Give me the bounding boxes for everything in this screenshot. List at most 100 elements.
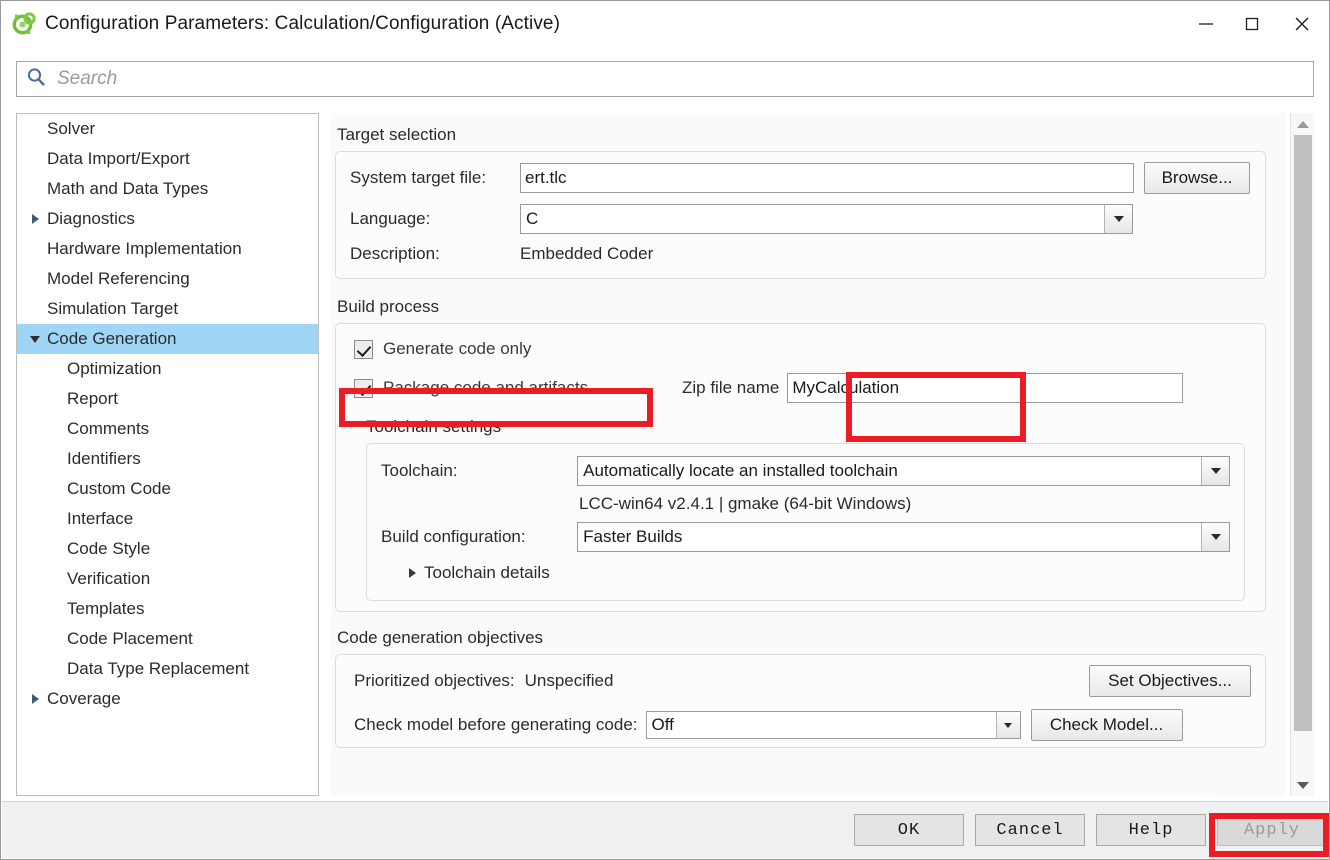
sidebar-item-label: Interface xyxy=(67,509,134,528)
toolchain-settings-title: Toolchain settings xyxy=(366,417,502,436)
check-model-button[interactable]: Check Model... xyxy=(1030,709,1183,741)
toolchain-label: Toolchain: xyxy=(381,461,458,480)
scroll-down-icon[interactable] xyxy=(1291,774,1315,796)
chevron-down-icon[interactable] xyxy=(1104,205,1132,233)
generate-code-only-label: Generate code only xyxy=(383,339,532,358)
toolchain-settings-group: Toolchain: Automatically locate an insta… xyxy=(366,443,1245,601)
window-controls xyxy=(1183,1,1329,47)
window-title: Configuration Parameters: Calculation/Co… xyxy=(45,13,561,34)
sidebar-item-data-type-replacement[interactable]: Data Type Replacement xyxy=(17,654,318,684)
chevron-down-icon[interactable] xyxy=(1201,523,1229,551)
sidebar-item-label: Model Referencing xyxy=(47,269,190,288)
sidebar-item-templates[interactable]: Templates xyxy=(17,594,318,624)
package-code-row[interactable]: Package code and artifacts xyxy=(354,373,650,403)
generate-code-only-checkbox[interactable] xyxy=(354,339,373,359)
sidebar-item-code-generation[interactable]: Code Generation xyxy=(17,324,318,354)
sidebar-item-label: Verification xyxy=(67,569,151,588)
sidebar-item-label: Custom Code xyxy=(67,479,171,498)
package-code-checkbox[interactable] xyxy=(354,378,373,398)
target-selection-group: System target file: Browse... Language: … xyxy=(335,151,1266,279)
generate-code-only-row[interactable]: Generate code only xyxy=(354,334,1251,364)
sidebar-item-label: Math and Data Types xyxy=(47,179,209,198)
system-target-file-label: System target file: xyxy=(350,168,487,187)
build-configuration-label: Build configuration: xyxy=(381,527,526,546)
apply-button[interactable]: Apply xyxy=(1217,814,1327,846)
dialog-footer: OK Cancel Help Apply xyxy=(2,801,1328,858)
language-label: Language: xyxy=(350,209,431,228)
sidebar-item-code-style[interactable]: Code Style xyxy=(17,534,318,564)
sidebar-item-label: Code Style xyxy=(67,539,151,558)
check-model-value: Off xyxy=(651,715,674,734)
sidebar-item-label: Identifiers xyxy=(67,449,141,468)
language-combo[interactable]: C xyxy=(520,204,1133,234)
close-button[interactable] xyxy=(1275,1,1329,47)
sidebar-item-label: Code Placement xyxy=(67,629,193,648)
build-configuration-combo[interactable]: Faster Builds xyxy=(577,522,1230,552)
check-model-label: Check model before generating code: xyxy=(354,715,638,734)
search-input[interactable] xyxy=(55,67,1222,91)
title-bar: Configuration Parameters: Calculation/Co… xyxy=(1,1,1329,47)
sidebar-item-interface[interactable]: Interface xyxy=(17,504,318,534)
package-code-label: Package code and artifacts xyxy=(383,378,589,397)
configuration-parameters-dialog: Configuration Parameters: Calculation/Co… xyxy=(0,0,1330,860)
search-bar[interactable] xyxy=(16,61,1314,97)
set-objectives-button[interactable]: Set Objectives... xyxy=(1089,665,1251,697)
minimize-button[interactable] xyxy=(1183,1,1229,47)
toolchain-combo[interactable]: Automatically locate an installed toolch… xyxy=(577,456,1230,486)
maximize-button[interactable] xyxy=(1229,1,1275,47)
sidebar-item-solver[interactable]: Solver xyxy=(17,114,318,144)
sidebar-item-hardware-implementation[interactable]: Hardware Implementation xyxy=(17,234,318,264)
sidebar-item-custom-code[interactable]: Custom Code xyxy=(17,474,318,504)
sidebar-item-label: Data Import/Export xyxy=(47,149,190,168)
build-process-title: Build process xyxy=(337,297,440,316)
zip-file-name-input[interactable] xyxy=(787,373,1184,403)
build-process-group: Generate code only Package code and arti… xyxy=(335,323,1266,612)
chevron-down-icon[interactable] xyxy=(995,712,1020,738)
sidebar-item-optimization[interactable]: Optimization xyxy=(17,354,318,384)
browse-button[interactable]: Browse... xyxy=(1144,162,1250,194)
sidebar-item-math-and-data-types[interactable]: Math and Data Types xyxy=(17,174,318,204)
chevron-right-icon[interactable] xyxy=(25,214,45,224)
chevron-down-icon[interactable] xyxy=(1201,457,1229,485)
sidebar-item-comments[interactable]: Comments xyxy=(17,414,318,444)
ok-button[interactable]: OK xyxy=(854,814,964,846)
sidebar-item-diagnostics[interactable]: Diagnostics xyxy=(17,204,318,234)
target-selection-title: Target selection xyxy=(337,125,457,144)
check-model-combo[interactable]: Off xyxy=(645,711,1021,739)
code-generation-objectives-title: Code generation objectives xyxy=(337,628,544,647)
toolchain-details-toggle[interactable]: Toolchain details xyxy=(409,560,1230,586)
sidebar-item-simulation-target[interactable]: Simulation Target xyxy=(17,294,318,324)
sidebar-item-verification[interactable]: Verification xyxy=(17,564,318,594)
settings-tree[interactable]: Solver Data Import/Export Math and Data Ty… xyxy=(16,113,319,796)
scroll-up-icon[interactable] xyxy=(1291,113,1314,135)
help-button[interactable]: Help xyxy=(1096,814,1206,846)
chevron-down-icon[interactable] xyxy=(25,335,45,343)
search-icon xyxy=(26,67,46,92)
prioritized-objectives-label: Prioritized objectives: xyxy=(354,671,515,690)
language-value: C xyxy=(526,209,539,228)
code-generation-objectives-group: Prioritized objectives: Unspecified Set … xyxy=(335,654,1266,748)
content-scrollbar[interactable] xyxy=(1290,113,1314,796)
sidebar-item-label: Diagnostics xyxy=(47,209,135,228)
toolchain-info-text: LCC-win64 v2.4.1 | gmake (64-bit Windows… xyxy=(579,494,912,513)
sidebar-item-label: Data Type Replacement xyxy=(67,659,250,678)
cancel-button[interactable]: Cancel xyxy=(975,814,1085,846)
sidebar-item-label: Report xyxy=(67,389,119,408)
sidebar-item-model-referencing[interactable]: Model Referencing xyxy=(17,264,318,294)
toolchain-details-label: Toolchain details xyxy=(424,563,550,582)
sidebar-item-label: Optimization xyxy=(67,359,162,378)
system-target-file-input[interactable] xyxy=(520,163,1134,193)
chevron-right-icon[interactable] xyxy=(25,694,45,704)
sidebar-item-label: Code Generation xyxy=(47,329,177,348)
sidebar-item-data-import-export[interactable]: Data Import/Export xyxy=(17,144,318,174)
sidebar-item-coverage[interactable]: Coverage xyxy=(17,684,318,714)
sidebar-item-label: Simulation Target xyxy=(47,299,179,318)
scrollbar-thumb[interactable] xyxy=(1294,135,1312,731)
sidebar-item-identifiers[interactable]: Identifiers xyxy=(17,444,318,474)
sidebar-item-report[interactable]: Report xyxy=(17,384,318,414)
zip-file-name-label: Zip file name xyxy=(682,378,780,397)
chevron-right-icon xyxy=(409,568,416,578)
sidebar-item-label: Solver xyxy=(47,119,96,138)
description-label: Description: xyxy=(350,244,440,263)
sidebar-item-code-placement[interactable]: Code Placement xyxy=(17,624,318,654)
